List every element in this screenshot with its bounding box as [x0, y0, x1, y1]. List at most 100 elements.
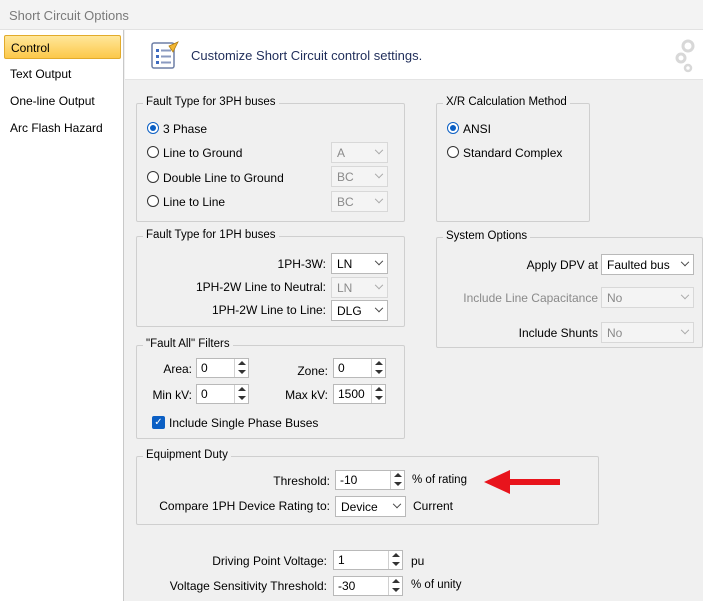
row-label: 1PH-3W: [277, 257, 326, 271]
line-to-line-phase-select[interactable]: BC [331, 191, 388, 212]
spin-up-icon [394, 473, 402, 477]
double-line-to-ground-phase-select[interactable]: BC [331, 166, 388, 187]
sidebar-item-one-line-output[interactable]: One-line Output [4, 89, 121, 113]
spin-down-icon [392, 588, 400, 592]
row-label: 1PH-2W Line to Neutral: [195, 280, 326, 294]
include-shunts-select[interactable]: No [601, 322, 694, 343]
compare-rating-select[interactable]: Device [335, 496, 406, 517]
group-legend: X/R Calculation Method [443, 96, 570, 108]
select-value: BC [337, 170, 354, 184]
select-value: A [337, 146, 346, 160]
spin-buttons[interactable] [388, 551, 402, 569]
min-kv-label: Min kV: [152, 388, 192, 402]
gears-watermark-icon [675, 39, 695, 73]
radio-label: Double Line to Ground [163, 171, 284, 185]
max-kv-spinbox[interactable]: 1500 [333, 384, 386, 404]
chevron-down-icon [374, 256, 384, 266]
window-title: Short Circuit Options [9, 8, 129, 23]
spin-down-icon [238, 370, 246, 374]
radio-label: Line to Ground [163, 146, 243, 160]
radio-double-line-to-ground[interactable] [147, 171, 159, 183]
spin-up-icon [392, 579, 400, 583]
radio-line-to-line[interactable] [147, 195, 159, 207]
sidebar-item-text-output[interactable]: Text Output [4, 62, 121, 86]
row-label: Include Line Capacitance [463, 291, 598, 305]
radio-label: ANSI [463, 122, 492, 136]
group-legend: System Options [443, 230, 531, 242]
zone-spinbox[interactable]: 0 [333, 358, 386, 378]
include-single-phase-checkbox[interactable]: ✓ [152, 416, 165, 429]
spin-buttons[interactable] [390, 471, 404, 489]
chevron-down-icon [392, 499, 402, 509]
include-line-capacitance-select[interactable]: No [601, 287, 694, 308]
spin-value: 1 [338, 553, 345, 567]
spin-up-icon [375, 361, 383, 365]
dpv-unit: pu [411, 554, 425, 568]
sidebar: Control Text Output One-line Output Arc … [0, 30, 124, 601]
radio-label: 3 Phase [163, 122, 208, 136]
sidebar-item-arc-flash-hazard[interactable]: Arc Flash Hazard [4, 116, 121, 140]
group-legend: Fault Type for 3PH buses [143, 96, 279, 108]
chevron-down-icon [374, 145, 384, 155]
sidebar-item-label: One-line Output [10, 94, 95, 108]
line-to-ground-phase-select[interactable]: A [331, 142, 388, 163]
spin-buttons[interactable] [234, 359, 248, 377]
threshold-spinbox[interactable]: -10 [335, 470, 405, 490]
group-legend: "Fault All" Filters [143, 338, 233, 350]
select-value: LN [337, 257, 353, 271]
spin-up-icon [392, 553, 400, 557]
spin-up-icon [375, 387, 383, 391]
row-label: 1PH-2W Line to Line: [211, 303, 326, 317]
max-kv-label: Max kV: [285, 388, 328, 402]
1ph-2w-line-to-neutral-select[interactable]: LN [331, 277, 388, 298]
spin-buttons[interactable] [371, 385, 385, 403]
spin-down-icon [375, 396, 383, 400]
spin-down-icon [394, 482, 402, 486]
select-value: BC [337, 195, 354, 209]
sidebar-item-label: Control [11, 41, 50, 55]
apply-dpv-select[interactable]: Faulted bus [601, 254, 694, 275]
radio-line-to-ground[interactable] [147, 146, 159, 158]
red-arrow-annotation-icon [484, 470, 560, 494]
select-value: Device [341, 500, 378, 514]
radio-label: Line to Line [163, 195, 226, 209]
group-legend: Fault Type for 1PH buses [143, 229, 279, 241]
select-value: Faulted bus [607, 258, 670, 272]
chevron-down-icon [374, 194, 384, 204]
1ph-2w-line-to-line-select[interactable]: DLG [331, 300, 388, 321]
spin-buttons[interactable] [388, 577, 402, 595]
sidebar-item-label: Text Output [10, 67, 72, 81]
vst-label: Voltage Sensitivity Threshold: [169, 579, 327, 593]
spin-value: 0 [201, 361, 208, 375]
radio-ansi[interactable] [447, 122, 459, 134]
select-value: LN [337, 281, 353, 295]
radio-label: Standard Complex [463, 146, 563, 160]
compare-unit: Current [413, 499, 454, 513]
spin-value: -10 [340, 473, 358, 487]
area-spinbox[interactable]: 0 [196, 358, 249, 378]
radio-3-phase[interactable] [147, 122, 159, 134]
chevron-down-icon [680, 325, 690, 335]
spin-buttons[interactable] [234, 385, 248, 403]
chevron-down-icon [680, 257, 690, 267]
row-label: Apply DPV at [526, 258, 598, 272]
spin-up-icon [238, 361, 246, 365]
chevron-down-icon [374, 303, 384, 313]
sidebar-item-control[interactable]: Control [4, 35, 121, 59]
dpv-spinbox[interactable]: 1 [333, 550, 403, 570]
min-kv-spinbox[interactable]: 0 [196, 384, 249, 404]
header-description: Customize Short Circuit control settings… [191, 48, 423, 63]
page-header: Customize Short Circuit control settings… [125, 30, 703, 80]
vst-spinbox[interactable]: -30 [333, 576, 403, 596]
1ph-3w-select[interactable]: LN [331, 253, 388, 274]
select-value: No [607, 326, 623, 340]
spin-value: 0 [201, 387, 208, 401]
zone-label: Zone: [297, 364, 328, 378]
threshold-unit: % of rating [412, 474, 467, 486]
group-legend: Equipment Duty [143, 449, 231, 461]
radio-standard-complex[interactable] [447, 146, 459, 158]
area-label: Area: [163, 362, 192, 376]
spin-down-icon [375, 370, 383, 374]
spin-buttons[interactable] [371, 359, 385, 377]
chevron-down-icon [680, 290, 690, 300]
